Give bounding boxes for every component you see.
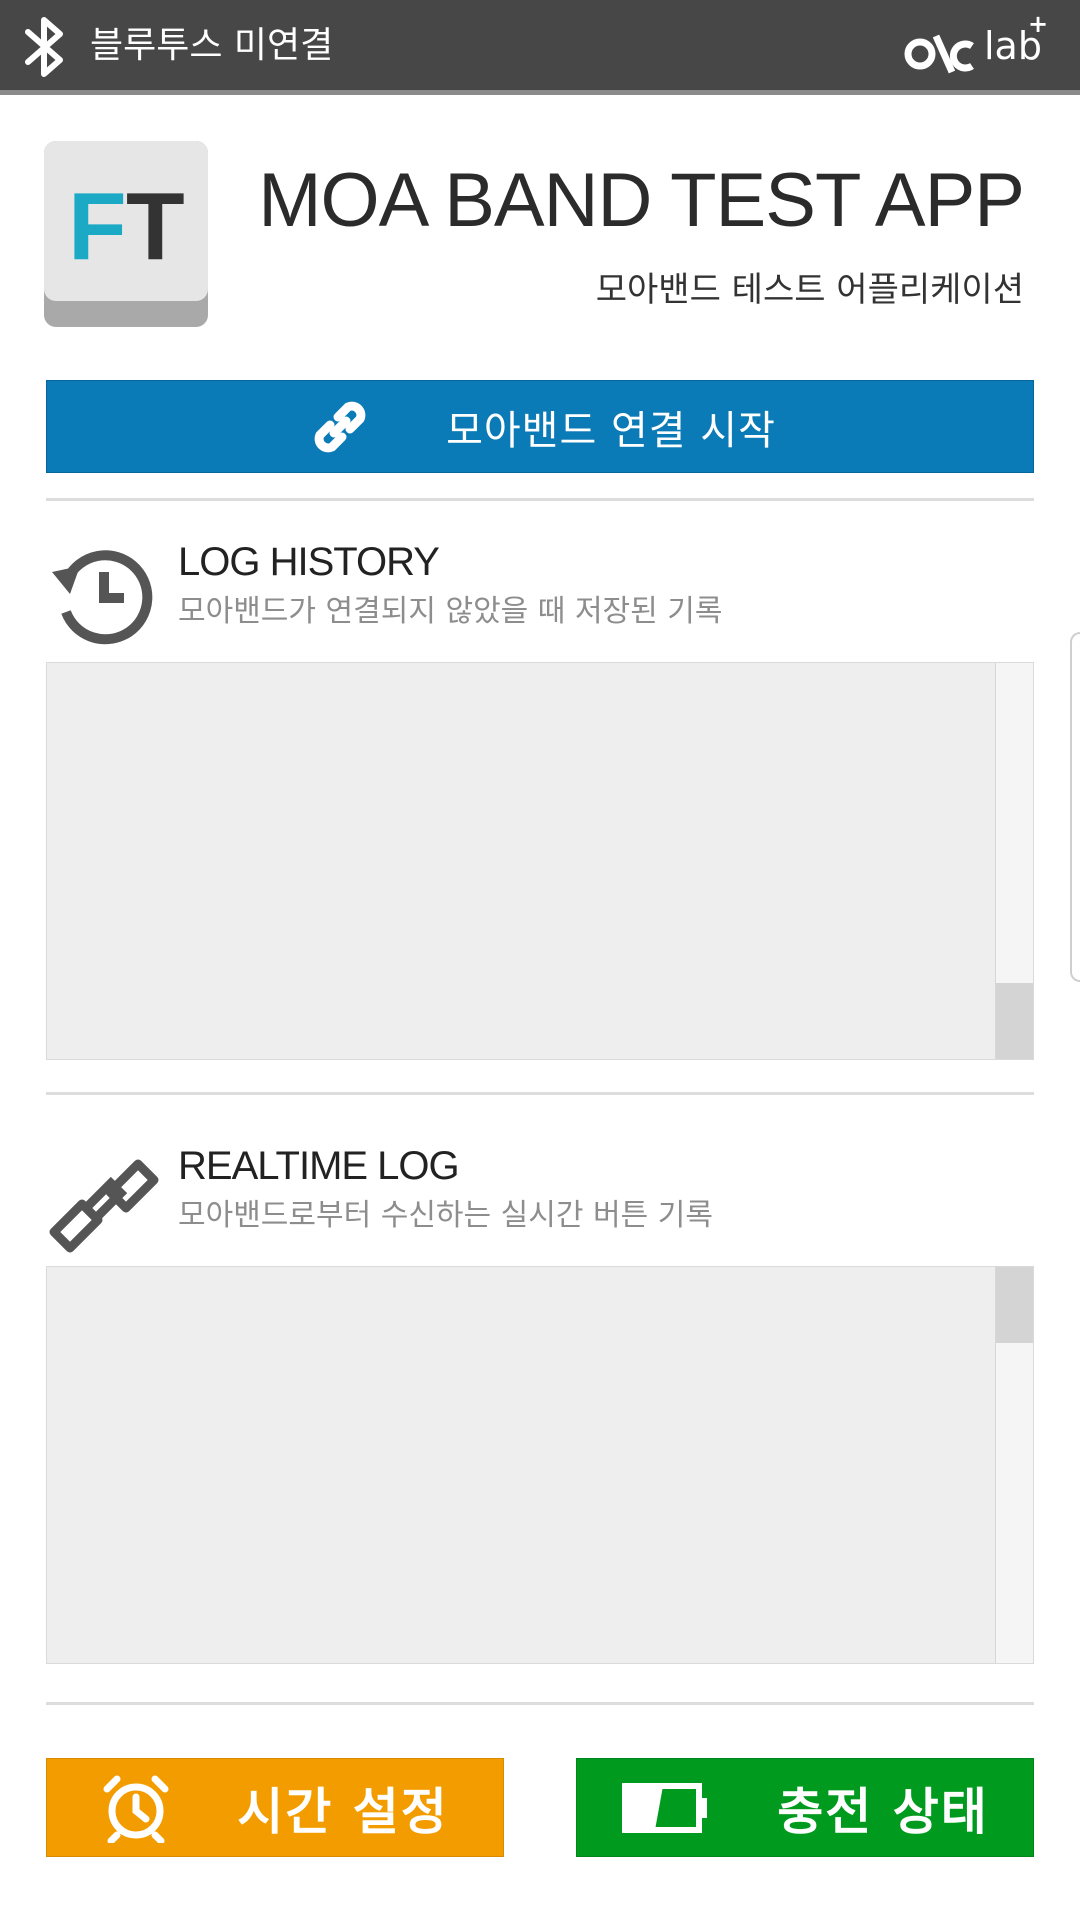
log-history-scrollbar[interactable]	[995, 663, 1033, 1059]
log-history-scroll-thumb[interactable]	[996, 983, 1033, 1059]
alarm-clock-icon	[103, 1775, 169, 1843]
app-icon: F T	[44, 141, 208, 327]
log-history-title: LOG HISTORY	[178, 540, 440, 584]
app-subtitle: 모아밴드 테스트 어플리케이션	[595, 270, 1024, 310]
realtime-log-list[interactable]	[46, 1266, 1034, 1664]
brand-plus: +	[1028, 10, 1049, 38]
realtime-log-scroll-thumb[interactable]	[996, 1267, 1033, 1343]
realtime-log-description: 모아밴드로부터 수신하는 실시간 버튼 기록	[178, 1198, 713, 1233]
charge-status-button[interactable]: 충전 상태	[576, 1758, 1034, 1857]
brand-logo: lab +	[904, 10, 1054, 78]
edge-panel-handle[interactable]	[1070, 632, 1080, 982]
app-icon-face: F T	[44, 141, 208, 301]
log-history-description: 모아밴드가 연결되지 않았을 때 저장된 기록	[178, 594, 723, 629]
log-history-header: LOG HISTORY 모아밴드가 연결되지 않았을 때 저장된 기록	[46, 536, 1034, 646]
app-title: MOA BAND TEST APP	[258, 158, 1025, 243]
battery-icon	[622, 1782, 708, 1833]
app-icon-letter-t: T	[126, 173, 185, 280]
connect-button[interactable]: 모아밴드 연결 시작	[46, 380, 1034, 473]
link-icon	[314, 401, 366, 452]
top-bar: 블루투스 미연결 lab +	[0, 0, 1080, 95]
bluetooth-icon	[25, 17, 63, 77]
realtime-log-title: REALTIME LOG	[178, 1144, 460, 1188]
time-setting-button[interactable]: 시간 설정	[46, 1758, 504, 1857]
chain-icon	[49, 1159, 159, 1253]
bluetooth-status-text: 블루투스 미연결	[90, 25, 334, 66]
charge-status-label: 충전 상태	[777, 1782, 989, 1841]
brand-mark-icon	[904, 34, 974, 74]
divider	[46, 1702, 1034, 1705]
time-setting-label: 시간 설정	[237, 1782, 449, 1841]
log-history-list[interactable]	[46, 662, 1034, 1060]
history-icon	[52, 550, 153, 645]
realtime-log-header: REALTIME LOG 모아밴드로부터 수신하는 실시간 버튼 기록	[46, 1140, 1034, 1253]
app-icon-letter-f: F	[68, 173, 127, 280]
realtime-log-scrollbar[interactable]	[995, 1267, 1033, 1663]
connect-button-label: 모아밴드 연결 시작	[446, 407, 776, 454]
divider	[46, 1092, 1034, 1095]
divider	[46, 498, 1034, 501]
